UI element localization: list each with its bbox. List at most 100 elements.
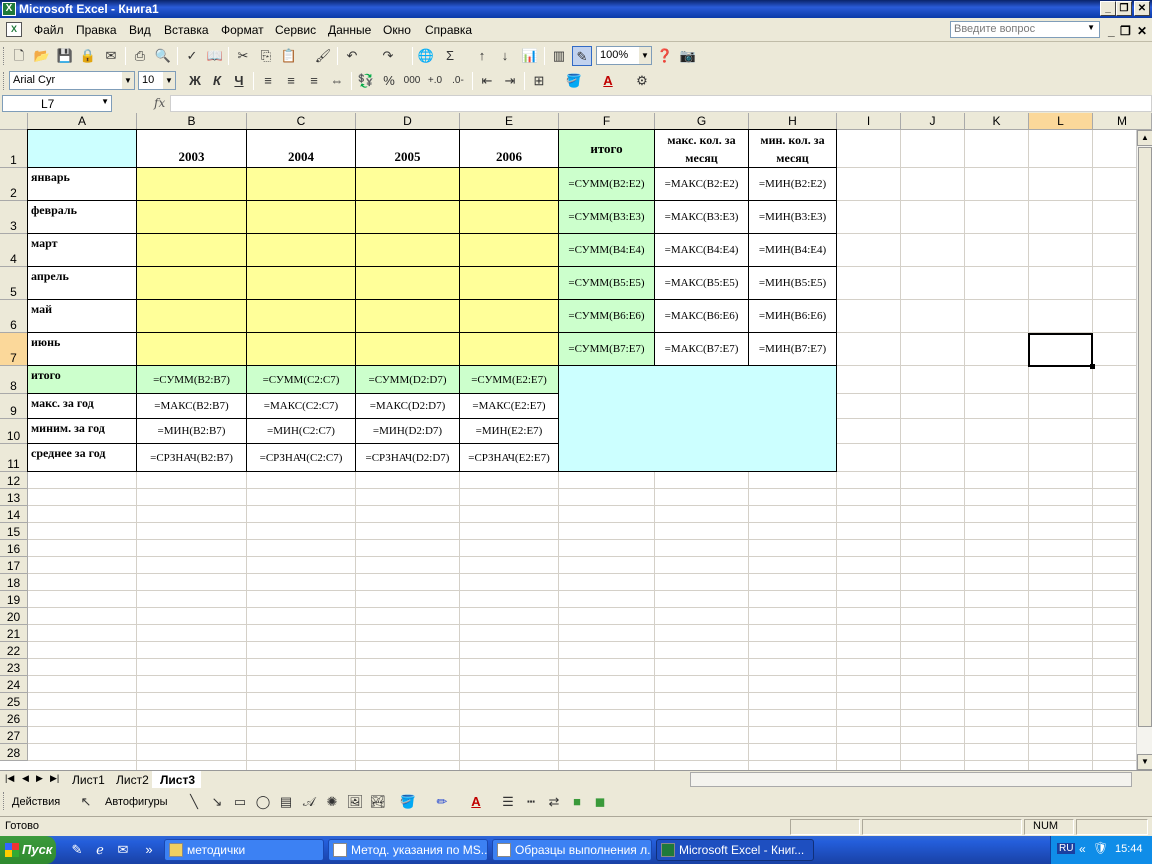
arrow-icon[interactable]: ↘ [207,792,227,812]
select-objects-icon[interactable]: ↖ [76,792,96,812]
row-header-6[interactable]: 6 [0,300,28,333]
menu-view[interactable]: Вид [129,23,151,37]
save-icon[interactable]: 💾 [55,46,75,66]
row-header-28[interactable]: 28 [0,744,28,761]
network-icon[interactable]: 🛡 [1093,841,1108,855]
sum-formula[interactable]: =СУММ(B2:E2) [558,167,655,201]
data-cell[interactable] [246,200,356,234]
menu-edit[interactable]: Правка [76,23,117,37]
align-right-icon[interactable]: ≡ [304,71,324,91]
decrease-decimal-icon[interactable]: .0- [448,71,468,91]
row-header-5[interactable]: 5 [0,267,28,300]
data-cell[interactable] [355,200,460,234]
shadow-icon[interactable]: ■ [567,792,587,812]
camera-icon[interactable]: 📷 [678,46,698,66]
max-formula[interactable]: =МАКС(B4:E4) [654,233,749,267]
toolbar-options-icon[interactable]: ⚙ [632,71,652,91]
hyperlink-icon[interactable]: 🌐 [416,46,436,66]
tab-sheet1[interactable]: Лист1 [64,771,111,788]
column-header-g[interactable]: G [655,113,749,130]
formula-input[interactable] [170,95,1152,112]
drawing-icon[interactable]: ✎ [572,46,592,66]
total-header[interactable]: итого [558,129,655,168]
sort-descending-icon[interactable]: ↓ [495,46,515,66]
min-formula[interactable]: =МИН(B6:E6) [748,299,837,333]
column-header-e[interactable]: E [460,113,559,130]
autosum-icon[interactable]: Σ [440,46,460,66]
min-formula[interactable]: =МИН(B2:E2) [748,167,837,201]
minimize-button[interactable]: _ [1100,1,1116,16]
row-header-16[interactable]: 16 [0,540,28,557]
tab-sheet2[interactable]: Лист2 [108,771,155,788]
max-month-header[interactable]: макс. кол. за месяц [654,129,749,168]
summary-fill-block[interactable] [558,365,837,472]
dash-style-icon[interactable]: ┅ [521,792,541,812]
arrow-style-icon[interactable]: ⇄ [544,792,564,812]
data-cell[interactable] [355,332,460,366]
max-formula[interactable]: =МАКС(B3:E3) [654,200,749,234]
summary-formula[interactable]: =СУММ(E2:E7) [459,365,559,394]
data-cell[interactable] [355,167,460,201]
row-header-9[interactable]: 9 [0,394,28,419]
chart-wizard-icon[interactable]: 📊 [520,46,540,66]
textbox-icon[interactable]: ▤ [276,792,296,812]
summary-formula[interactable]: =СУММ(B2:B7) [136,365,247,394]
menu-data[interactable]: Данные [328,23,371,37]
sort-ascending-icon[interactable]: ↑ [472,46,492,66]
max-formula[interactable]: =МАКС(B5:E5) [654,266,749,300]
data-cell[interactable] [136,200,247,234]
year-header[interactable]: 2005 [355,129,460,168]
line-color-icon[interactable]: ✏ [432,792,452,812]
summary-formula[interactable]: =СРЗНАЧ(B2:B7) [136,443,247,472]
diagram-icon[interactable]: ✺ [322,792,342,812]
currency-icon[interactable]: 💱 [356,71,376,91]
font-size-select[interactable]: 10 ▼ [138,71,176,90]
row-header-23[interactable]: 23 [0,659,28,676]
data-cell[interactable] [136,266,247,300]
column-header-h[interactable]: H [749,113,837,130]
summary-label[interactable]: среднее за год [27,443,137,472]
tray-expand-icon[interactable]: « [1079,842,1086,856]
summary-formula[interactable]: =МИН(E2:E7) [459,418,559,444]
align-center-icon[interactable]: ≡ [281,71,301,91]
email-icon[interactable]: ✉ [101,46,121,66]
data-cell[interactable] [459,200,559,234]
help-search-input[interactable]: Введите вопрос ▼ [950,21,1100,38]
name-box[interactable]: L7 ▼ [2,95,112,112]
restore-button[interactable]: ❐ [1116,1,1132,16]
data-cell[interactable] [246,332,356,366]
column-header-j[interactable]: J [901,113,965,130]
row-header-10[interactable]: 10 [0,419,28,444]
vertical-scrollbar[interactable]: ▲ ▼ [1136,130,1152,770]
max-formula[interactable]: =МАКС(B6:E6) [654,299,749,333]
row-header-19[interactable]: 19 [0,591,28,608]
select-all-corner[interactable] [0,113,28,130]
data-cell[interactable] [136,332,247,366]
language-indicator[interactable]: RU [1057,843,1076,854]
task-button-word1[interactable]: Метод. указания по MS... [328,839,488,861]
italic-button[interactable]: К [207,71,227,91]
summary-formula[interactable]: =СУММ(D2:D7) [355,365,460,394]
quicklaunch-icon[interactable]: ✎ [68,841,86,859]
data-cell[interactable] [459,332,559,366]
row-header-26[interactable]: 26 [0,710,28,727]
summary-formula[interactable]: =СУММ(C2:C7) [246,365,356,394]
month-label[interactable]: июнь [27,332,137,366]
month-label[interactable]: февраль [27,200,137,234]
task-button-excel[interactable]: Microsoft Excel - Книг... [656,839,814,861]
data-cell[interactable] [355,266,460,300]
merge-center-icon[interactable]: ⇔ [327,71,347,91]
document-icon[interactable]: X [6,22,22,37]
wordart-icon[interactable]: 𝒜 [299,792,319,812]
data-cell[interactable] [459,266,559,300]
menu-window[interactable]: Окно [383,23,411,37]
outlook-icon[interactable]: ✉ [114,841,132,859]
menu-help[interactable]: Справка [425,23,472,37]
row-header-24[interactable]: 24 [0,676,28,693]
row-header-14[interactable]: 14 [0,506,28,523]
column-header-k[interactable]: K [965,113,1029,130]
column-header-d[interactable]: D [356,113,460,130]
increase-decimal-icon[interactable]: +.0 [425,71,445,91]
summary-formula[interactable]: =МАКС(C2:C7) [246,393,356,419]
fill-handle[interactable] [1090,364,1095,369]
